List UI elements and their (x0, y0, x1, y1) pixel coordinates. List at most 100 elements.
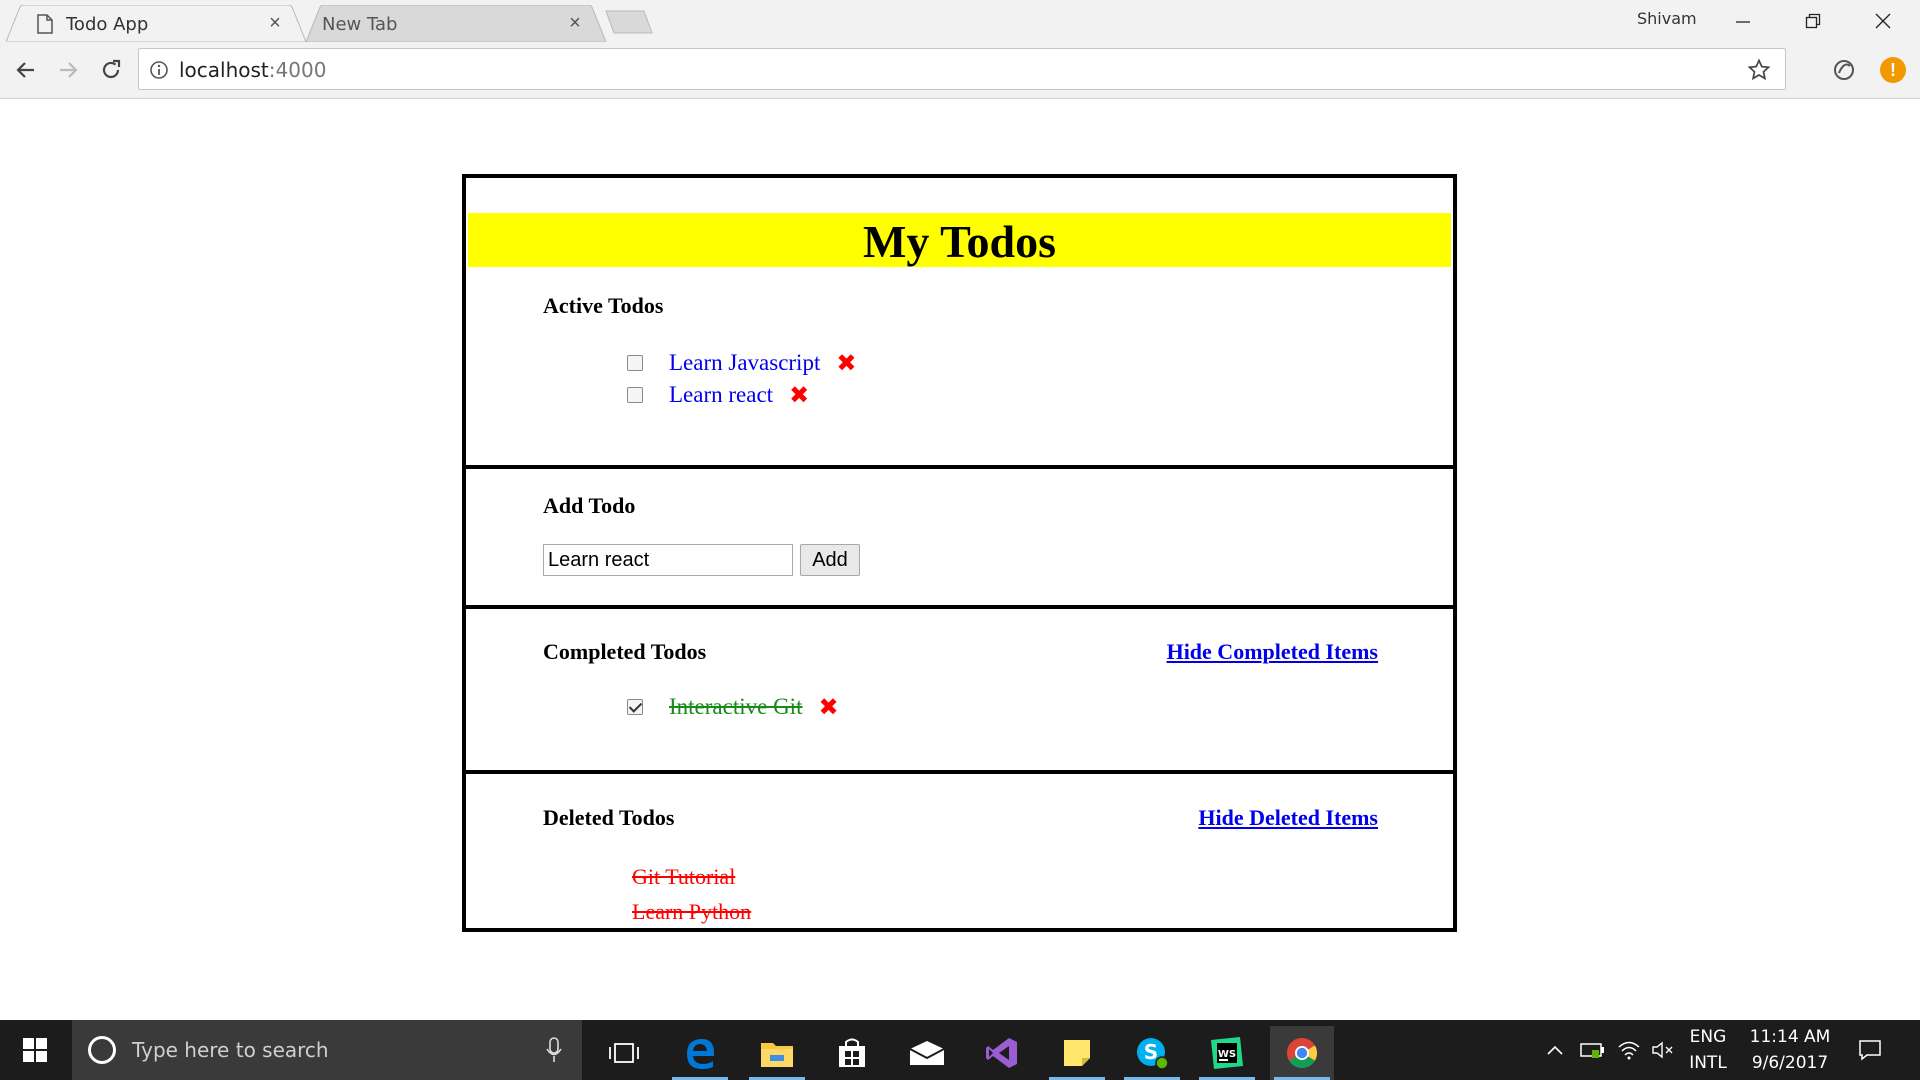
info-icon[interactable] (149, 60, 169, 80)
taskbar-visual-studio[interactable] (970, 1026, 1034, 1080)
profile-name[interactable]: Shivam (1637, 9, 1697, 28)
extension-icon[interactable] (1831, 57, 1857, 83)
arrow-left-icon (16, 62, 34, 78)
wifi-icon (1618, 1041, 1640, 1060)
forward-button[interactable] (52, 54, 84, 86)
input-language-button[interactable]: ENG INTL (1682, 1020, 1734, 1080)
delete-icon[interactable]: ✖ (789, 381, 809, 409)
add-todo-section: Add Todo Add (466, 465, 1453, 605)
todo-checkbox[interactable] (627, 387, 643, 403)
store-icon (839, 1038, 865, 1067)
start-button[interactable] (0, 1020, 70, 1080)
taskbar-search-box[interactable]: Type here to search (72, 1020, 582, 1080)
sticky-notes-icon (1064, 1040, 1090, 1066)
minimize-button[interactable] (1708, 0, 1778, 42)
restore-icon (1805, 13, 1821, 29)
minimize-icon (1736, 21, 1750, 23)
app-header: My Todos (468, 213, 1451, 267)
taskbar-store[interactable] (820, 1026, 884, 1080)
todo-app: My Todos Active Todos Learn Javascript ✖… (462, 174, 1457, 932)
taskbar-mail[interactable] (895, 1026, 959, 1080)
tab-title: Todo App (66, 14, 149, 35)
taskbar-sticky-notes[interactable] (1045, 1026, 1109, 1080)
deleted-item: Learn Python (632, 899, 752, 924)
window-close-button[interactable] (1848, 0, 1918, 42)
task-view-button[interactable] (592, 1026, 656, 1080)
clock-button[interactable]: 11:14 AM 9/6/2017 (1740, 1020, 1840, 1080)
close-icon (1875, 13, 1891, 29)
completed-todos-heading: Completed Todos (543, 639, 707, 664)
show-hidden-icons-button[interactable] (1543, 1020, 1567, 1080)
edge-icon (687, 1039, 714, 1069)
close-icon[interactable]: × (566, 13, 584, 33)
todo-item: Interactive Git ✖ (627, 691, 839, 723)
hide-completed-link[interactable]: Hide Completed Items (1167, 639, 1378, 665)
add-button[interactable]: Add (800, 544, 860, 576)
deleted-todos-section: Deleted Todos Hide Deleted Items Git Tut… (466, 770, 1453, 928)
battery-button[interactable] (1578, 1020, 1608, 1080)
add-todo-heading: Add Todo (543, 493, 636, 518)
svg-text:WS: WS (1218, 1049, 1236, 1060)
todo-text[interactable]: Interactive Git (669, 694, 802, 720)
microphone-icon[interactable] (546, 1036, 562, 1064)
cortana-icon (88, 1036, 116, 1064)
volume-button[interactable] (1648, 1020, 1678, 1080)
url-host: localhost (179, 58, 269, 82)
mail-icon (909, 1041, 945, 1065)
taskbar-skype[interactable]: S (1120, 1026, 1184, 1080)
clock: 11:14 AM 9/6/2017 (1750, 1024, 1831, 1076)
tab-new-tab[interactable]: New Tab × (306, 5, 606, 42)
todo-text[interactable]: Learn react (669, 382, 773, 408)
deleted-item: Git Tutorial (632, 864, 736, 889)
new-tab-button[interactable] (604, 10, 654, 34)
language-code: ENG (1689, 1027, 1727, 1047)
todo-item: Learn react ✖ (627, 379, 809, 411)
back-button[interactable] (10, 54, 42, 86)
language-indicator: ENG INTL (1689, 1024, 1727, 1076)
star-icon[interactable] (1747, 58, 1771, 82)
arrow-right-icon (60, 62, 78, 78)
todo-checkbox[interactable] (627, 699, 643, 715)
tab-title: New Tab (322, 14, 398, 35)
task-view-icon (609, 1043, 639, 1063)
url-port: :4000 (268, 58, 327, 82)
search-placeholder: Type here to search (132, 1038, 329, 1062)
skype-icon: S (1137, 1038, 1169, 1070)
clock-date: 9/6/2017 (1751, 1053, 1829, 1073)
todo-item: Learn Javascript ✖ (627, 347, 856, 379)
chrome-update-alert-icon[interactable]: ! (1880, 57, 1906, 83)
taskbar-file-explorer[interactable] (745, 1026, 809, 1080)
taskbar: Type here to search S WS ENG INTL 11:14 … (0, 1020, 1920, 1080)
close-icon[interactable]: × (266, 13, 284, 33)
taskbar-webstorm[interactable]: WS (1195, 1026, 1259, 1080)
completed-todos-section: Completed Todos Hide Completed Items Int… (466, 605, 1453, 770)
clock-time: 11:14 AM (1749, 1027, 1831, 1047)
address-bar[interactable]: localhost:4000 (138, 48, 1786, 90)
volume-muted-icon (1652, 1041, 1673, 1059)
keyboard-layout: INTL (1689, 1053, 1727, 1073)
tab-strip: New Tab × Todo App × Shivam (0, 0, 1920, 42)
visual-studio-icon (986, 1038, 1017, 1068)
battery-icon (1580, 1043, 1604, 1058)
delete-icon[interactable]: ✖ (836, 349, 856, 377)
chrome-icon (1286, 1038, 1318, 1069)
action-center-button[interactable] (1850, 1020, 1890, 1080)
webstorm-icon: WS (1211, 1037, 1243, 1069)
hide-deleted-link[interactable]: Hide Deleted Items (1198, 805, 1378, 831)
active-todos-heading: Active Todos (543, 293, 664, 318)
page-title: My Todos (862, 216, 1057, 267)
network-button[interactable] (1614, 1020, 1644, 1080)
restore-button[interactable] (1778, 0, 1848, 42)
reload-button[interactable] (95, 54, 127, 86)
todo-checkbox[interactable] (627, 355, 643, 371)
deleted-todos-heading: Deleted Todos (543, 805, 675, 830)
delete-icon[interactable]: ✖ (818, 693, 838, 721)
taskbar-chrome[interactable] (1270, 1026, 1334, 1080)
windows-logo-icon (23, 1038, 47, 1062)
tab-todo-app[interactable]: Todo App × (6, 5, 306, 42)
active-todos-section: Active Todos Learn Javascript ✖ Learn re… (466, 267, 1453, 465)
new-todo-input[interactable] (543, 544, 793, 576)
todo-text[interactable]: Learn Javascript (669, 350, 820, 376)
notification-icon (1859, 1040, 1881, 1061)
taskbar-edge[interactable] (668, 1026, 732, 1080)
